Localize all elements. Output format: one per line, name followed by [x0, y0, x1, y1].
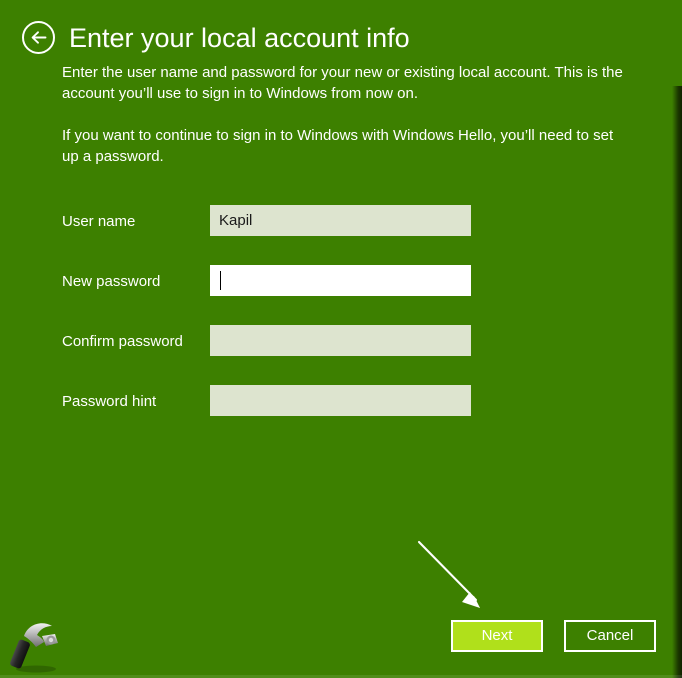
account-form: User name New password Confirm password … [62, 205, 472, 445]
page-header: Enter your local account info [22, 21, 410, 54]
label-password-hint: Password hint [62, 393, 157, 410]
intro-paragraph-2: If you want to continue to sign in to Wi… [62, 127, 614, 165]
field-row-user-name: User name [62, 205, 472, 265]
intro-text: Enter the user name and password for you… [62, 62, 628, 167]
text-cursor [220, 271, 221, 290]
intro-paragraph-1: Enter the user name and password for you… [62, 64, 623, 102]
label-new-password: New password [62, 273, 161, 290]
field-row-confirm-password: Confirm password [62, 325, 472, 385]
next-button[interactable]: Next [451, 620, 543, 652]
label-confirm-password: Confirm password [62, 333, 183, 350]
label-user-name: User name [62, 213, 136, 230]
field-row-new-password: New password [62, 265, 472, 325]
annotation-arrow-icon [417, 540, 480, 608]
field-row-password-hint: Password hint [62, 385, 472, 445]
window-right-edge [672, 86, 682, 678]
password-hint-input[interactable] [210, 385, 471, 416]
confirm-password-input[interactable] [210, 325, 471, 356]
back-arrow-icon [31, 31, 47, 44]
new-password-input[interactable] [210, 265, 471, 296]
user-name-input[interactable] [210, 205, 471, 236]
page-title: Enter your local account info [69, 22, 410, 53]
cancel-button[interactable]: Cancel [564, 620, 656, 652]
footer-actions: Next Cancel [451, 620, 656, 652]
local-account-setup-screen: Enter your local account info Enter the … [0, 0, 682, 678]
back-button[interactable] [22, 21, 55, 54]
hammer-icon [10, 623, 58, 673]
